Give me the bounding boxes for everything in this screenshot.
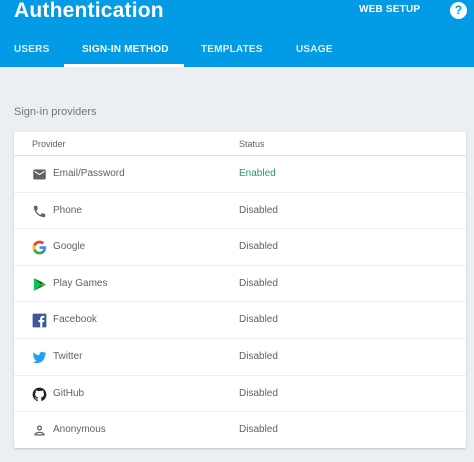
provider-row-play-games[interactable]: Play Games Disabled — [14, 266, 466, 303]
provider-name: Facebook — [53, 314, 97, 326]
github-icon — [32, 387, 47, 402]
column-header-status: Status — [239, 139, 265, 149]
status-text: Enabled — [239, 168, 276, 179]
tab-usage[interactable]: USAGE — [296, 44, 333, 55]
provider-row-twitter[interactable]: Twitter Disabled — [14, 339, 466, 376]
status-text: Disabled — [239, 351, 278, 362]
provider-row-phone[interactable]: Phone Disabled — [14, 193, 466, 230]
web-setup-button[interactable]: WEB SETUP — [359, 4, 420, 15]
provider-name: Twitter — [53, 351, 83, 362]
provider-row-google[interactable]: Google Disabled — [14, 229, 466, 266]
google-icon — [32, 240, 47, 255]
provider-row-facebook[interactable]: Facebook Disabled — [14, 302, 466, 339]
status-text: Disabled — [239, 241, 278, 253]
page-title: Authentication — [14, 0, 164, 22]
provider-name: Anonymous — [53, 424, 106, 436]
tab-sign-in-method[interactable]: SIGN-IN METHOD — [82, 44, 169, 55]
tab-templates[interactable]: TEMPLATES — [201, 44, 263, 55]
provider-row-email[interactable]: Email/Password Enabled — [14, 156, 466, 193]
app-header: Authentication WEB SETUP ? USERS SIGN-IN… — [0, 0, 474, 67]
status-text: Disabled — [239, 277, 278, 289]
status-text: Disabled — [239, 314, 278, 326]
provider-name: Google — [53, 241, 86, 253]
status-text: Disabled — [239, 204, 278, 216]
provider-name: Email/Password — [53, 168, 125, 179]
table-header: Provider Status — [14, 132, 466, 156]
section-label: Sign-in providers — [14, 106, 97, 118]
providers-card: Provider Status Email/Password Enabled P… — [14, 132, 466, 448]
tab-users[interactable]: USERS — [14, 44, 49, 55]
email-icon — [32, 167, 47, 182]
facebook-icon — [32, 313, 47, 328]
phone-icon — [32, 204, 47, 219]
anonymous-icon — [32, 423, 47, 438]
status-text: Disabled — [239, 424, 278, 436]
status-text: Disabled — [239, 387, 278, 399]
provider-name: Play Games — [53, 277, 108, 289]
provider-name: Phone — [53, 204, 82, 216]
twitter-icon — [32, 350, 47, 365]
active-tab-indicator — [64, 64, 184, 67]
provider-row-anonymous[interactable]: Anonymous Disabled — [14, 412, 466, 449]
help-icon[interactable]: ? — [450, 2, 467, 19]
play-games-icon — [32, 277, 47, 292]
column-header-provider: Provider — [32, 139, 66, 149]
provider-name: GitHub — [53, 387, 85, 399]
provider-row-github[interactable]: GitHub Disabled — [14, 376, 466, 413]
